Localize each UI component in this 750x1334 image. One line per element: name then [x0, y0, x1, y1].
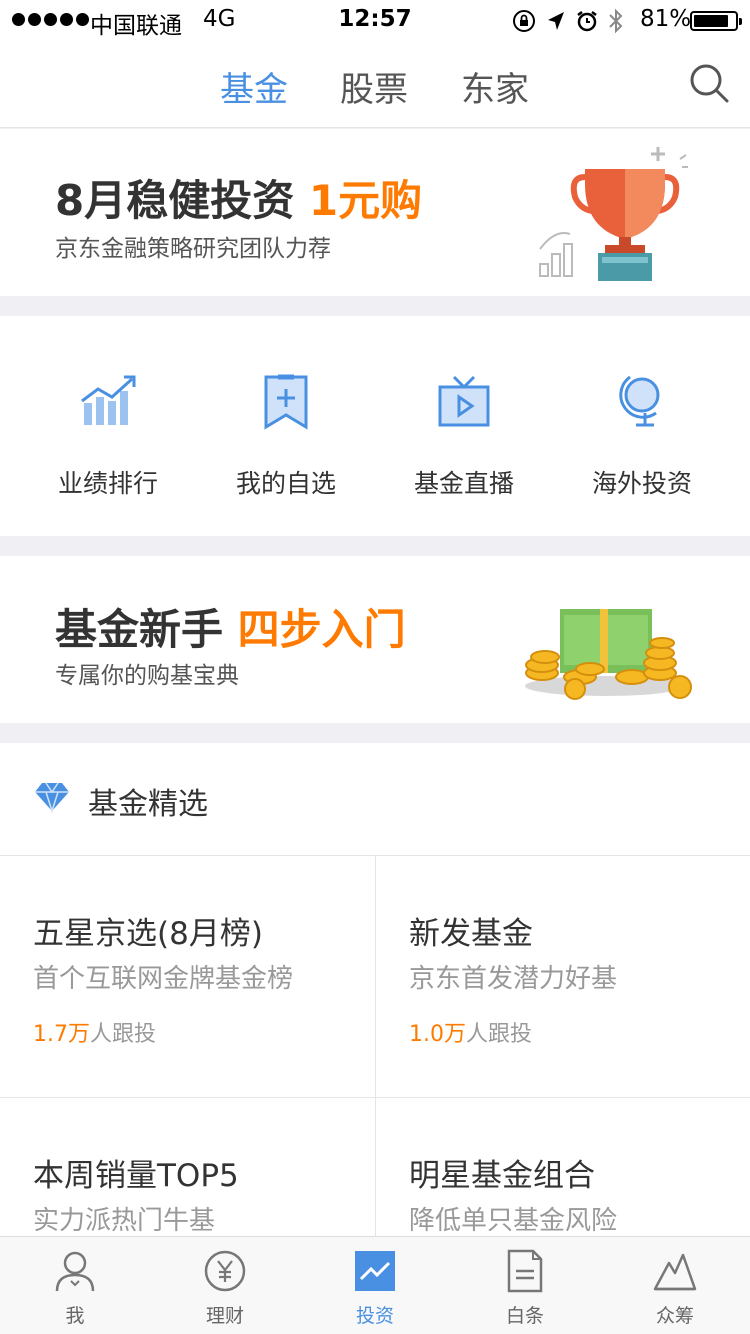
menu-label: 海外投资: [591, 469, 692, 498]
tab-crowdfunding[interactable]: 众筹: [600, 1237, 750, 1334]
location-arrow-icon: [548, 12, 564, 30]
bluetooth-icon: [609, 8, 623, 34]
battery-percent: 81%: [640, 6, 692, 32]
bookmark-plus-icon: [264, 374, 308, 430]
menu-label: 基金直播: [413, 469, 514, 498]
menu-item-overseas-invest[interactable]: 海外投资: [553, 316, 731, 536]
newbie-guide-banner[interactable]: 基金新手 四步入门 专属你的购基宝典: [0, 556, 750, 723]
tab-label: 投资: [355, 1305, 394, 1327]
card-title: 明星基金组合: [409, 1158, 595, 1194]
card-subtitle: 京东首发潜力好基: [409, 964, 618, 994]
status-icons: [512, 8, 624, 34]
mountain-icon: [653, 1253, 697, 1291]
trend-chart-icon: [81, 375, 136, 425]
menu-label: 业绩排行: [57, 469, 158, 498]
alarm-icon: [577, 11, 597, 32]
card-subtitle: 首个互联网金牌基金榜: [33, 964, 294, 994]
menu-item-fund-live[interactable]: 基金直播: [375, 316, 553, 536]
card-followers: 1.0万人跟投: [409, 1022, 533, 1047]
rotation-lock-icon: [513, 10, 535, 32]
tv-play-icon: [438, 375, 490, 427]
search-icon[interactable]: [688, 62, 730, 104]
card-title: 五星京选(8月榜): [33, 916, 263, 952]
fund-picks-header: 基金精选: [0, 743, 750, 856]
card-title: 本周销量TOP5: [33, 1158, 239, 1194]
tab-stock[interactable]: 股票: [340, 62, 408, 111]
card-subtitle: 实力派热门牛基: [33, 1206, 216, 1236]
promo-title: 8月稳健投资 1元购: [55, 176, 423, 225]
tab-wealth[interactable]: 理财: [150, 1237, 300, 1334]
promo-subtitle: 京东金融策略研究团队力荐: [55, 236, 331, 262]
tab-invest[interactable]: 投资: [300, 1237, 450, 1334]
cash-coins-icon: [525, 609, 692, 700]
tab-dongjia[interactable]: 东家: [461, 62, 529, 111]
promo-highlight: 1元购: [308, 176, 423, 225]
menu-item-my-watchlist[interactable]: 我的自选: [197, 316, 375, 536]
card-title: 新发基金: [409, 916, 533, 952]
tab-label: 白条: [505, 1305, 544, 1327]
tab-fund[interactable]: 基金: [220, 62, 288, 111]
document-icon: [507, 1249, 543, 1293]
user-icon: [55, 1251, 95, 1292]
card-followers: 1.7万人跟投: [33, 1022, 157, 1047]
newbie-highlight: 四步入门: [237, 605, 406, 654]
status-bar: 中国联通 4G 12:57 81%: [0, 0, 750, 40]
newbie-title: 基金新手 四步入门: [55, 605, 406, 654]
diamond-icon: [35, 782, 69, 813]
battery-icon: [690, 11, 742, 31]
fund-picks-title: 基金精选: [88, 787, 208, 822]
signal-strength-icon: [12, 13, 89, 26]
fund-card-new-fund[interactable]: 新发基金 京东首发潜力好基 1.0万人跟投: [375, 856, 750, 1098]
quick-menu: 业绩排行 我的自选 基金直播 海外投资: [0, 316, 750, 536]
yen-coin-icon: [204, 1250, 246, 1292]
tab-me[interactable]: 我: [0, 1237, 150, 1334]
trophy-icon: [539, 147, 688, 281]
invest-promo-banner[interactable]: 8月稳健投资 1元购 京东金融策略研究团队力荐: [0, 129, 750, 296]
tab-label: 众筹: [655, 1305, 694, 1327]
fund-picks-section: 基金精选 五星京选(8月榜) 首个互联网金牌基金榜 1.7万人跟投 新发基金 京…: [0, 743, 750, 1334]
network-type: 4G: [203, 6, 236, 32]
newbie-subtitle: 专属你的购基宝典: [55, 663, 239, 689]
globe-icon: [619, 375, 660, 427]
menu-item-performance-rank[interactable]: 业绩排行: [19, 316, 197, 536]
chart-square-icon: [355, 1251, 395, 1291]
fund-card-five-star[interactable]: 五星京选(8月榜) 首个互联网金牌基金榜 1.7万人跟投: [0, 856, 375, 1098]
tab-label: 理财: [205, 1305, 244, 1327]
tab-baitiao[interactable]: 白条: [450, 1237, 600, 1334]
carrier-name: 中国联通: [90, 13, 182, 39]
bottom-tab-bar: 我 理财 投资 白条 众筹: [0, 1236, 750, 1334]
menu-label: 我的自选: [235, 469, 336, 498]
card-subtitle: 降低单只基金风险: [409, 1206, 618, 1236]
tab-label: 我: [65, 1305, 85, 1327]
top-nav: 基金 股票 东家: [0, 40, 750, 128]
